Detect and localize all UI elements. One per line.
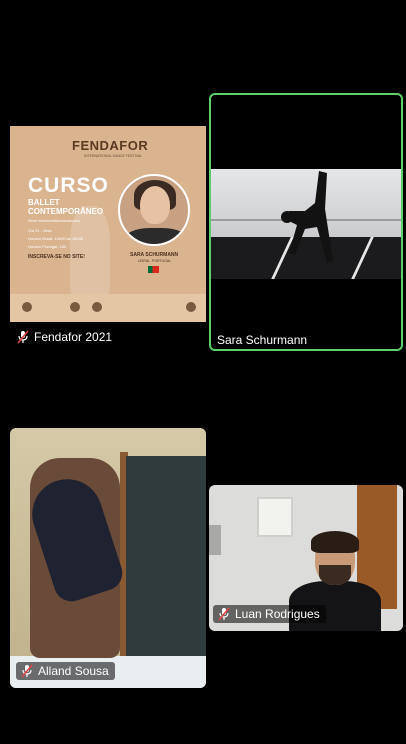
poster-teacher-photo bbox=[118, 174, 190, 246]
poster-course-line2: CONTEMPORÂNEO bbox=[28, 207, 104, 216]
participant-name-tag: Fendafor 2021 bbox=[16, 330, 112, 344]
poster-level: Nível intermediário/avançado bbox=[28, 218, 80, 223]
poster-dates: Dia 01 - Maio bbox=[28, 228, 52, 233]
portugal-flag-icon bbox=[148, 266, 159, 273]
participant-name-tag: Sara Schurmann bbox=[217, 333, 307, 347]
poster-time-brazil: Horário Brasil: 14h00 às 15h00 bbox=[28, 236, 84, 241]
participant-name-tag: Luan Rodrigues bbox=[213, 605, 326, 623]
video-tile-alland-sousa[interactable]: Alland Sousa bbox=[10, 428, 206, 688]
course-poster: FENDAFOR INTERNATIONAL DANCE FESTIVAL CU… bbox=[10, 126, 206, 322]
participant-name: Sara Schurmann bbox=[217, 333, 308, 347]
participant-name: Luan Rodrigues bbox=[235, 607, 320, 621]
participant-name: Alland Sousa bbox=[38, 664, 109, 678]
video-feed bbox=[10, 428, 206, 688]
poster-brand: FENDAFOR bbox=[72, 138, 149, 153]
video-tile-luan-rodrigues[interactable]: Luan Rodrigues bbox=[209, 485, 403, 631]
poster-sponsor-bar bbox=[10, 294, 206, 322]
dancer-figure bbox=[281, 171, 333, 263]
video-tile-sara-schurmann[interactable]: Sara Schurmann bbox=[209, 93, 403, 351]
poster-brand-subtitle: INTERNATIONAL DANCE FESTIVAL bbox=[84, 154, 143, 158]
poster-time-portugal: Horário Portugal: 18h bbox=[28, 244, 67, 249]
sponsor-logo-icon bbox=[22, 302, 32, 312]
participant-name: Fendafor 2021 bbox=[34, 330, 113, 344]
mic-off-icon bbox=[17, 330, 29, 344]
poster-signup: INSCREVA-SE NO SITE! bbox=[28, 254, 85, 260]
video-feed bbox=[211, 169, 401, 279]
video-tile-fendafor[interactable]: FENDAFOR INTERNATIONAL DANCE FESTIVAL CU… bbox=[10, 96, 206, 352]
poster-teacher-place: LEIRIA - PORTUGAL bbox=[138, 259, 172, 263]
sponsor-logo-icon bbox=[186, 302, 196, 312]
sponsor-logo-icon bbox=[70, 302, 80, 312]
poster-course-line1: BALLET bbox=[28, 198, 60, 207]
mic-off-icon bbox=[21, 664, 33, 678]
participant-name-tag: Alland Sousa bbox=[16, 662, 115, 680]
sponsor-logo-icon bbox=[92, 302, 102, 312]
poster-title: CURSO bbox=[28, 174, 109, 197]
mic-off-icon bbox=[218, 607, 230, 621]
poster-teacher-name: SARA SCHURMANN bbox=[130, 252, 179, 258]
